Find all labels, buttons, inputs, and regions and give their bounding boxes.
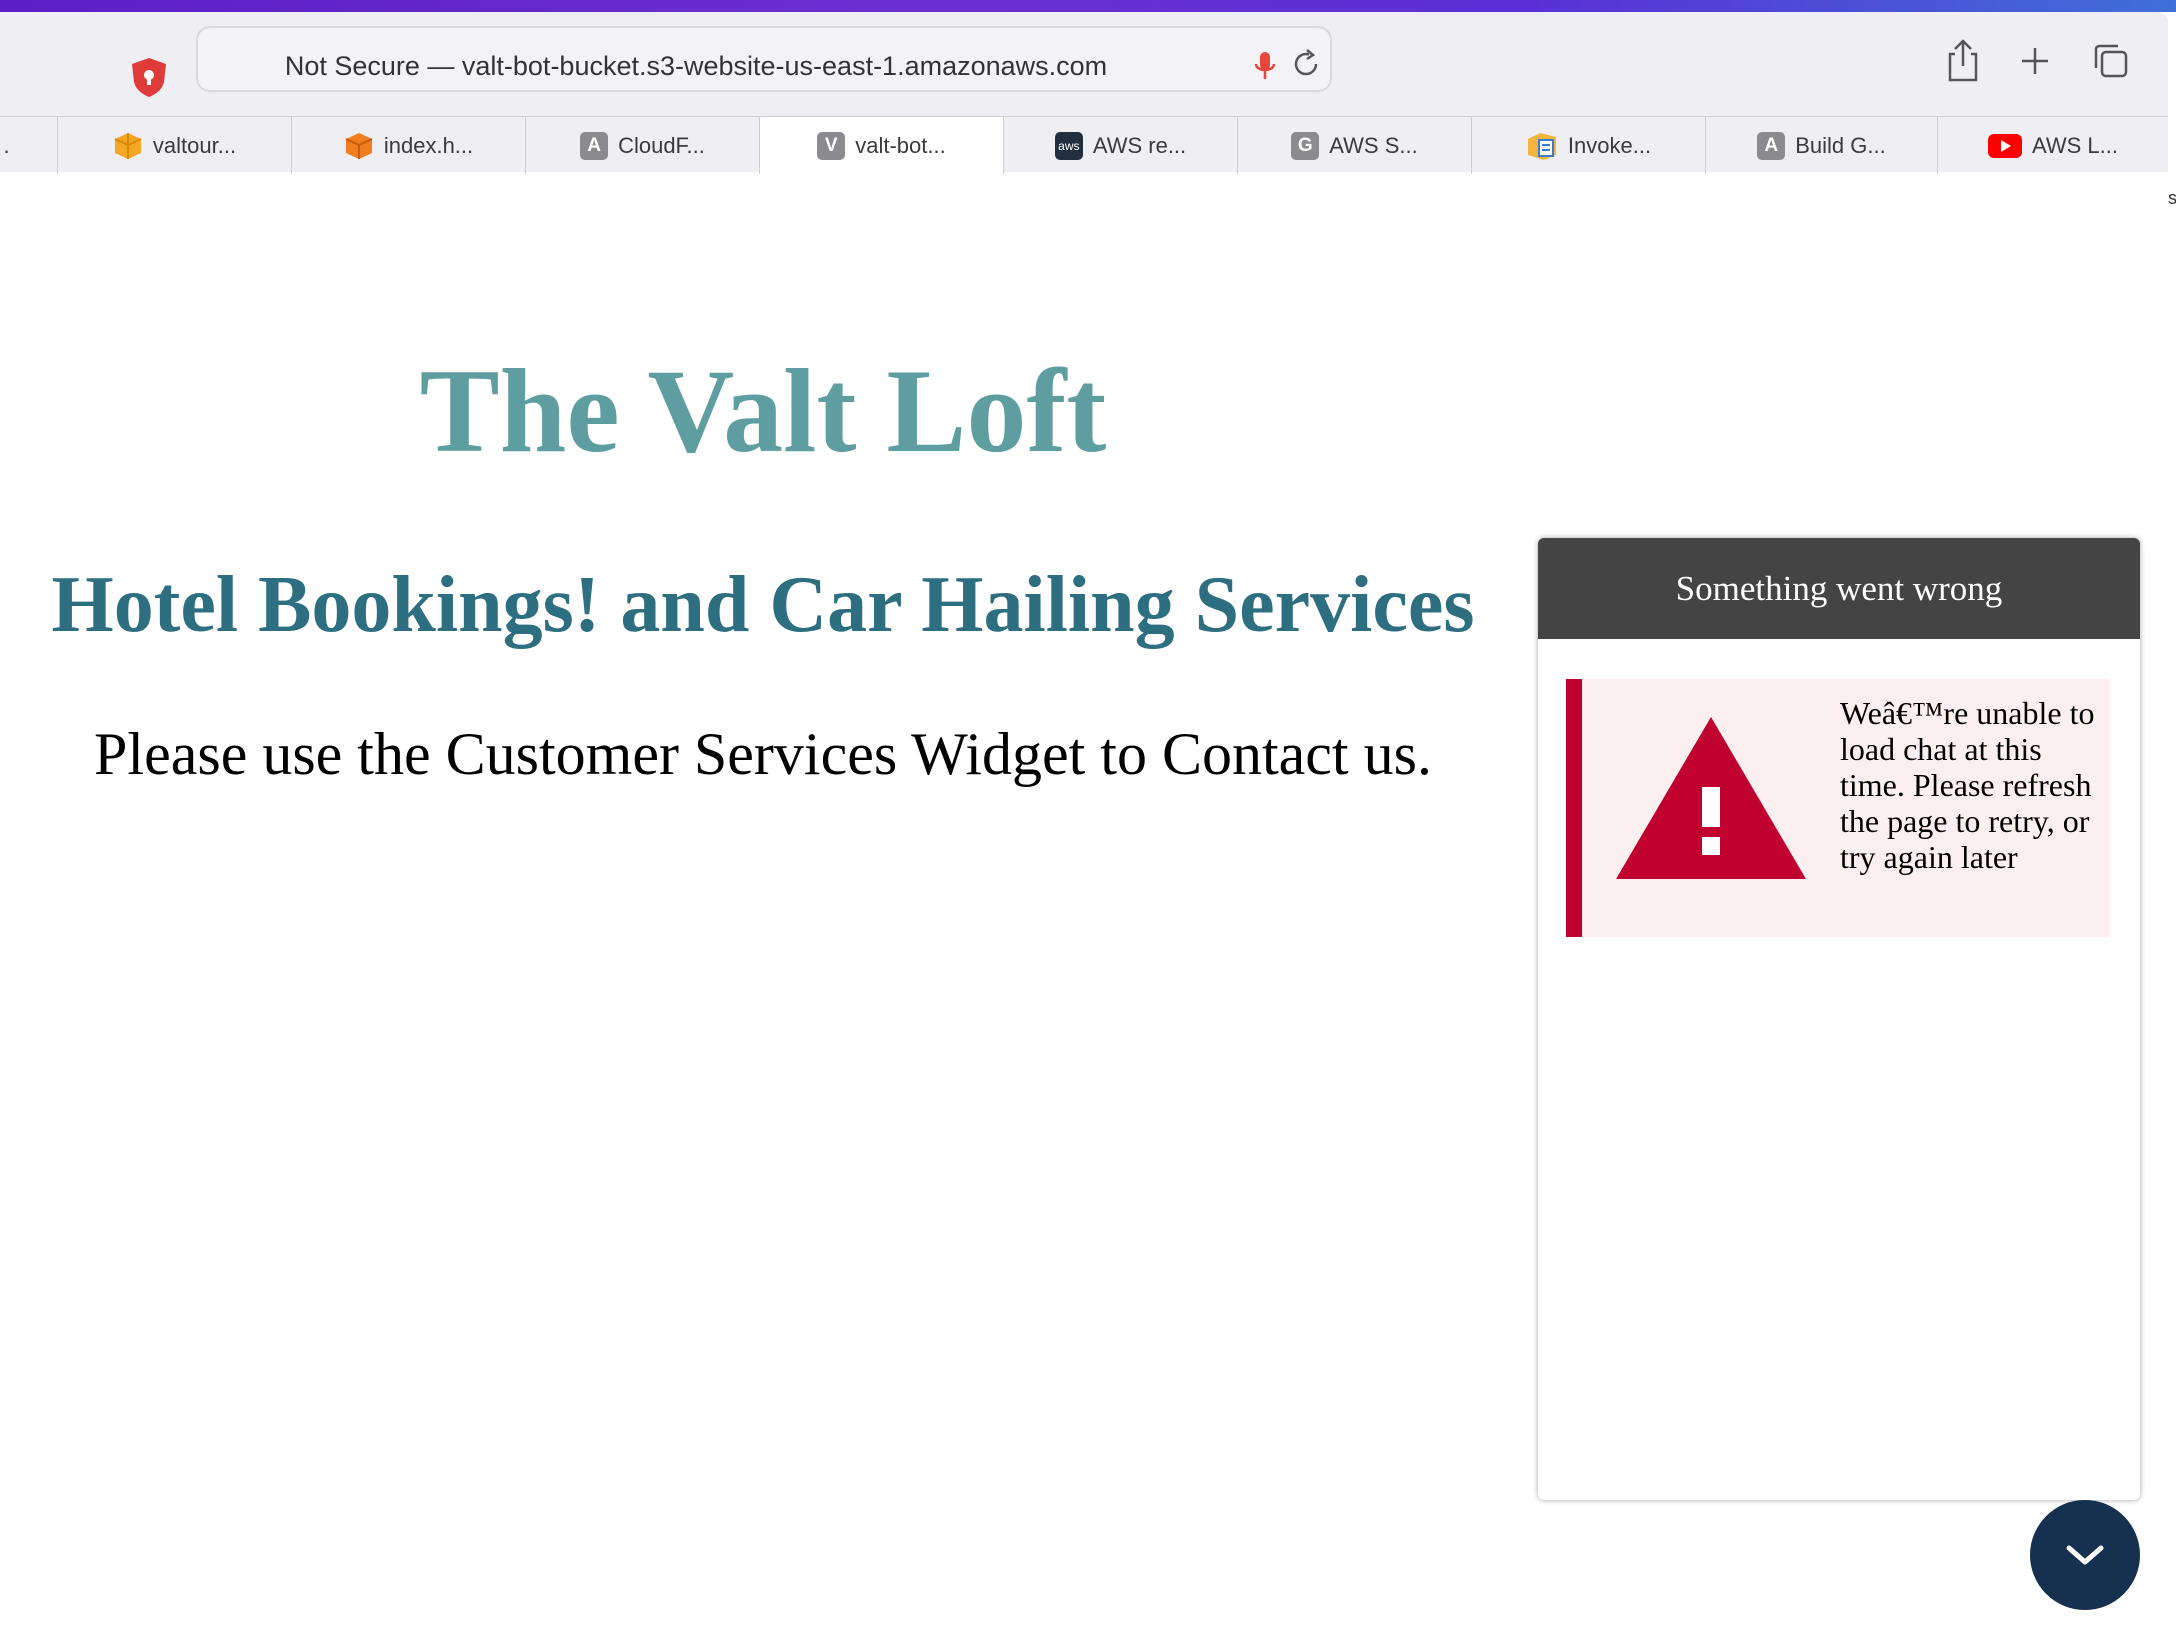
tab-bar: . valtour... index.h... A CloudF... V va… [0, 116, 2168, 175]
page-subtitle: Hotel Bookings! and Car Hailing Services [51, 561, 1475, 649]
tab-label: valt-bot... [855, 133, 946, 158]
privacy-shield-icon[interactable] [128, 56, 170, 98]
error-message: Weâ€™re unable to load chat at this time… [1840, 695, 2095, 875]
document-box-icon [1527, 133, 1556, 160]
orange-cube-icon [345, 133, 373, 159]
tab-label: AWS S... [1329, 133, 1418, 158]
page-note: Please use the Customer Services Widget … [94, 721, 1432, 787]
letter-a-icon: A [1757, 132, 1786, 160]
tab-aws-l[interactable]: AWS L... [1938, 117, 2168, 175]
share-icon[interactable] [1942, 38, 1984, 84]
letter-v-icon: V [817, 132, 846, 160]
youtube-icon [1988, 134, 2022, 158]
aws-box-icon [114, 133, 142, 159]
letter-a-icon: A [580, 132, 609, 160]
edge-mark: s [2168, 188, 2176, 208]
tab-label: valtour... [152, 133, 237, 158]
tab-label: Build G... [1795, 133, 1886, 158]
tab-label: Invoke... [1567, 133, 1652, 158]
tab-valtour[interactable]: valtour... [58, 117, 292, 175]
tab-valt-bot[interactable]: V valt-bot... [760, 117, 1004, 175]
microphone-icon[interactable] [1254, 50, 1276, 82]
chat-collapse-button[interactable] [2030, 1500, 2140, 1610]
page-title: The Valt Loft [419, 344, 1107, 477]
tab-invoke[interactable]: Invoke... [1472, 117, 1706, 175]
tab-aws-s[interactable]: G AWS S... [1238, 117, 1472, 175]
aws-logo-icon: aws [1054, 132, 1083, 160]
widget-header: Something went wrong [1538, 538, 2140, 639]
error-alert: Weâ€™re unable to load chat at this time… [1566, 679, 2110, 937]
tab-index[interactable]: index.h... [292, 117, 526, 175]
tab-label: AWS re... [1092, 133, 1187, 158]
chat-widget: Something went wrong Weâ€™re unable to l… [1538, 538, 2140, 1500]
address-bar-text[interactable]: Not Secure — valt-bot-bucket.s3-website-… [196, 36, 1196, 96]
window-top-strip [0, 0, 2176, 12]
tab-aws-re[interactable]: aws AWS re... [1004, 117, 1238, 175]
chevron-down-icon [2066, 1545, 2104, 1565]
warning-icon [1616, 717, 1806, 879]
window-edge [2168, 12, 2176, 1628]
tab-label: CloudF... [618, 133, 705, 158]
new-tab-icon[interactable] [2014, 38, 2056, 84]
tab-overflow[interactable]: . [0, 117, 58, 175]
tab-label: index.h... [383, 133, 474, 158]
reload-icon[interactable] [1292, 48, 1322, 80]
tab-overview-icon[interactable] [2090, 38, 2132, 84]
tab-build[interactable]: A Build G... [1706, 117, 1938, 175]
letter-g-icon: G [1291, 132, 1320, 160]
tab-label: AWS L... [2032, 133, 2118, 158]
tab-cloudfront[interactable]: A CloudF... [526, 117, 760, 175]
